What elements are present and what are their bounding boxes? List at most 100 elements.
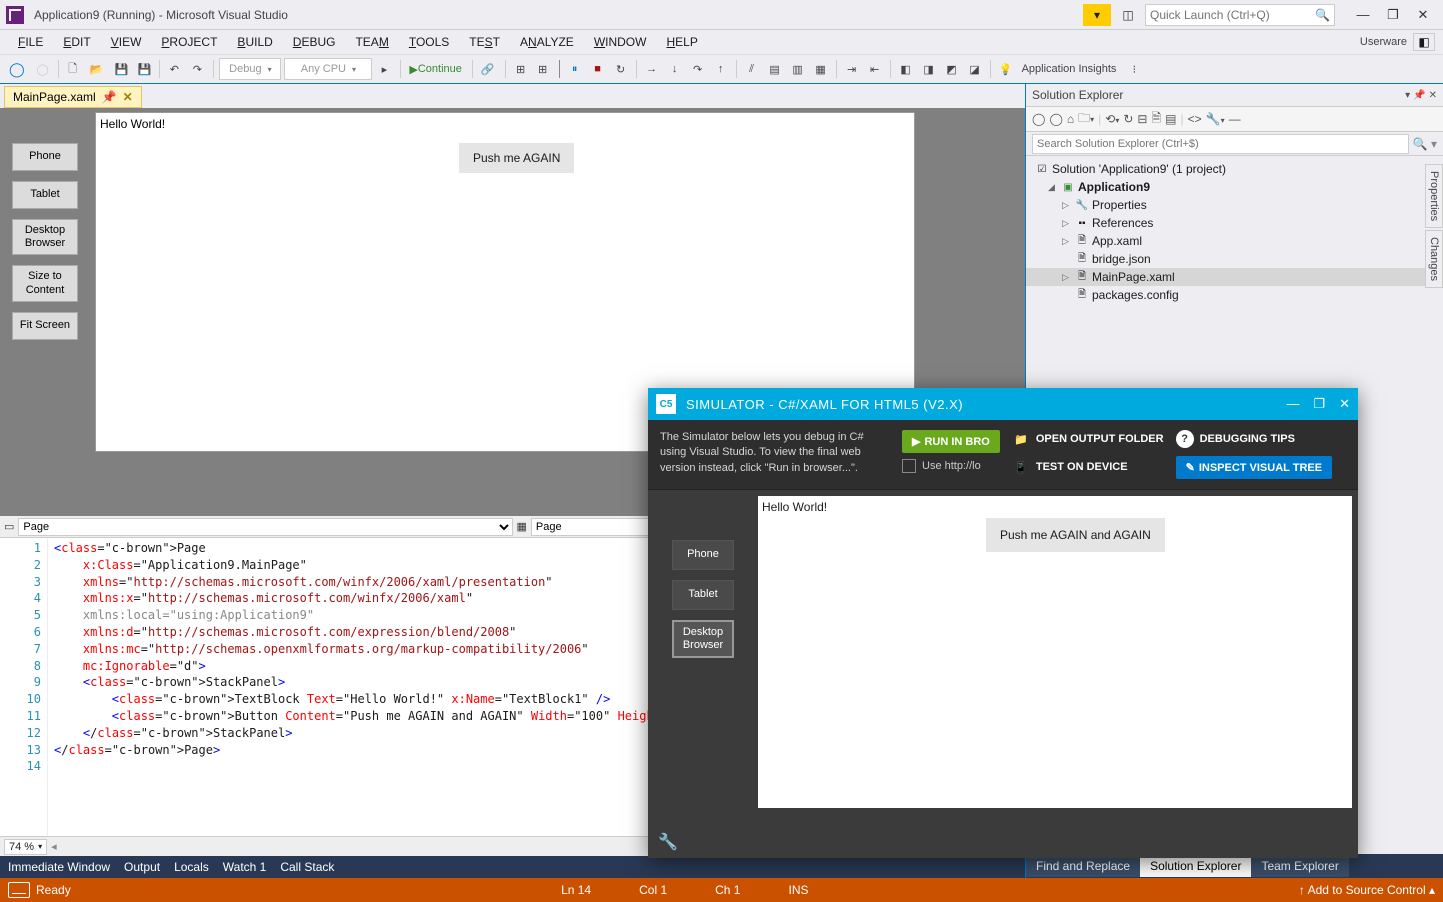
app-insights-button[interactable]: Application Insights (1019, 58, 1122, 80)
menu-file[interactable]: FILE (8, 32, 53, 52)
tab-solution-explorer[interactable]: Solution Explorer (1140, 855, 1251, 877)
tab-immediate-window[interactable]: Immediate Window (8, 860, 110, 874)
tab-locals[interactable]: Locals (174, 860, 209, 874)
panel-dropdown-icon[interactable]: ▾ (1405, 90, 1410, 101)
side-tab-properties[interactable]: Properties (1425, 164, 1443, 228)
se-forward-button[interactable]: ◯ (1049, 112, 1062, 126)
se-back-button[interactable]: ◯ (1032, 112, 1045, 126)
sim-close-button[interactable]: ✕ (1339, 396, 1350, 412)
toolbar-btn-4[interactable]: ▤ (765, 58, 785, 80)
platform-combo[interactable]: Any CPU▾ (284, 58, 372, 80)
menu-analyze[interactable]: ANALYZE (510, 32, 584, 52)
menu-project[interactable]: PROJECT (151, 32, 227, 52)
menu-tools[interactable]: TOOLS (399, 32, 459, 52)
debugging-tips-button[interactable]: ?DEBUGGING TIPS (1176, 430, 1332, 448)
continue-button[interactable]: ▶ Continue (406, 58, 467, 80)
expand-icon[interactable]: ◢ (1048, 182, 1060, 193)
tree-solution-node[interactable]: ☑ Solution 'Application9' (1 project) (1026, 160, 1443, 178)
tab-find-replace[interactable]: Find and Replace (1026, 855, 1140, 877)
menu-edit[interactable]: EDIT (53, 32, 100, 52)
run-in-browser-button[interactable]: ▶ RUN IN BRO (902, 430, 1000, 453)
tab-output[interactable]: Output (124, 860, 160, 874)
device-tablet-button[interactable]: Tablet (12, 181, 78, 209)
se-showfiles-button[interactable]: 🗎 (1151, 109, 1161, 130)
toolbar-btn-1[interactable]: ⊞ (511, 58, 531, 80)
tree-project-node[interactable]: ◢ ▣ Application9 (1026, 178, 1443, 196)
inspect-visual-tree-button[interactable]: ✎ INSPECT VISUAL TREE (1176, 456, 1332, 479)
menu-window[interactable]: WINDOW (584, 32, 657, 52)
step-out-button[interactable]: ↑ (711, 58, 731, 80)
toolbar-btn-3[interactable]: ⫽ (742, 58, 762, 80)
tree-appxaml-node[interactable]: ▷ 🗎 App.xaml (1026, 232, 1443, 250)
save-all-button[interactable]: 💾 (134, 58, 154, 80)
toolbar-btn-5[interactable]: ▥ (788, 58, 808, 80)
menu-debug[interactable]: DEBUG (283, 32, 346, 52)
expand-icon[interactable]: ▷ (1062, 218, 1074, 229)
se-sync-button[interactable]: ⟲▾ (1105, 112, 1119, 126)
tree-references-node[interactable]: ▷ ▪▪ References (1026, 214, 1443, 232)
tab-watch1[interactable]: Watch 1 (223, 860, 267, 874)
save-button[interactable]: 💾 (111, 58, 131, 80)
scope-select-left[interactable]: Page (18, 518, 512, 536)
se-search-input[interactable] (1032, 134, 1409, 154)
se-viewcode-button[interactable]: <> (1188, 112, 1202, 126)
step-over-button[interactable]: ↷ (688, 58, 708, 80)
split-right-box-icon[interactable]: ▦ (513, 520, 531, 533)
show-next-statement-button[interactable]: → (642, 58, 662, 80)
tab-close-icon[interactable]: ✕ (123, 90, 133, 104)
menu-build[interactable]: BUILD (227, 32, 282, 52)
toolbar-btn-9[interactable]: ◧ (896, 58, 916, 80)
sim-tablet-button[interactable]: Tablet (672, 580, 734, 610)
toolbar-btn-6[interactable]: ▦ (811, 58, 831, 80)
user-avatar-icon[interactable]: ◧ (1413, 33, 1435, 51)
pause-button[interactable]: ⏸ (565, 58, 585, 80)
sim-minimize-button[interactable]: — (1286, 396, 1299, 412)
tree-bridgejson-node[interactable]: 🗎 bridge.json (1026, 250, 1443, 268)
close-button[interactable]: ✕ (1409, 5, 1437, 25)
toolbar-btn-8[interactable]: ⇤ (865, 58, 885, 80)
zoom-combo[interactable]: 74 %▾ (4, 839, 47, 855)
device-size-content-button[interactable]: Size to Content (12, 265, 78, 301)
simulator-canvas[interactable]: Hello World! Push me AGAIN and AGAIN (758, 496, 1352, 808)
toolbar-btn-11[interactable]: ◩ (942, 58, 962, 80)
se-scope-button[interactable]: 🗀▾ (1078, 109, 1094, 130)
panel-pin-icon[interactable]: 📌 (1413, 90, 1425, 101)
device-desktop-button[interactable]: Desktop Browser (12, 219, 78, 255)
tab-team-explorer[interactable]: Team Explorer (1251, 855, 1348, 877)
sim-desktop-button[interactable]: Desktop Browser (672, 620, 734, 658)
tree-mainpagexaml-node[interactable]: ▷ 🗎 MainPage.xaml (1026, 268, 1443, 286)
toolbar-overflow[interactable]: ⁝ (1124, 58, 1144, 80)
se-collapse-button[interactable]: ⊟ (1137, 112, 1147, 126)
platform-extra[interactable]: ▸ (375, 58, 395, 80)
stop-button[interactable]: ■ (588, 58, 608, 80)
expand-icon[interactable]: ▷ (1062, 272, 1074, 283)
se-home-button[interactable]: ⌂ (1067, 112, 1074, 126)
new-project-button[interactable]: 🗋 (64, 58, 84, 80)
toolbar-btn-10[interactable]: ◨ (919, 58, 939, 80)
toolbar-btn-7[interactable]: ⇥ (842, 58, 862, 80)
expand-icon[interactable]: ▷ (1062, 200, 1074, 211)
checkbox-icon[interactable] (902, 459, 916, 473)
tab-mainpage-xaml[interactable]: MainPage.xaml 📌 ✕ (4, 86, 142, 108)
undo-button[interactable]: ↶ (165, 58, 185, 80)
pin-icon[interactable]: 📌 (102, 90, 117, 104)
open-output-button[interactable]: 📁OPEN OUTPUT FOLDER (1012, 430, 1164, 448)
feedback-icon[interactable]: ◫ (1117, 4, 1139, 26)
se-extra-button[interactable]: — (1229, 112, 1241, 126)
zoom-scroll-left[interactable]: ◂ (51, 840, 57, 853)
sim-phone-button[interactable]: Phone (672, 540, 734, 570)
sim-button[interactable]: Push me AGAIN and AGAIN (986, 518, 1165, 552)
menu-test[interactable]: TEST (459, 32, 510, 52)
menu-team[interactable]: TEAM (345, 32, 398, 52)
restart-button[interactable]: ↻ (611, 58, 631, 80)
quick-launch[interactable]: 🔍 (1145, 4, 1335, 26)
redo-button[interactable]: ↷ (188, 58, 208, 80)
device-phone-button[interactable]: Phone (12, 143, 78, 171)
minimize-button[interactable]: — (1349, 5, 1377, 25)
nav-forward-button[interactable]: ◯ (33, 58, 53, 80)
wrench-icon[interactable]: 🔧 (658, 832, 678, 852)
user-label[interactable]: Userware (1360, 36, 1413, 48)
tree-properties-node[interactable]: ▷ 🔧 Properties (1026, 196, 1443, 214)
se-wrench-button[interactable]: 🔧▾ (1206, 112, 1225, 126)
tree-packagesconfig-node[interactable]: 🗎 packages.config (1026, 286, 1443, 304)
